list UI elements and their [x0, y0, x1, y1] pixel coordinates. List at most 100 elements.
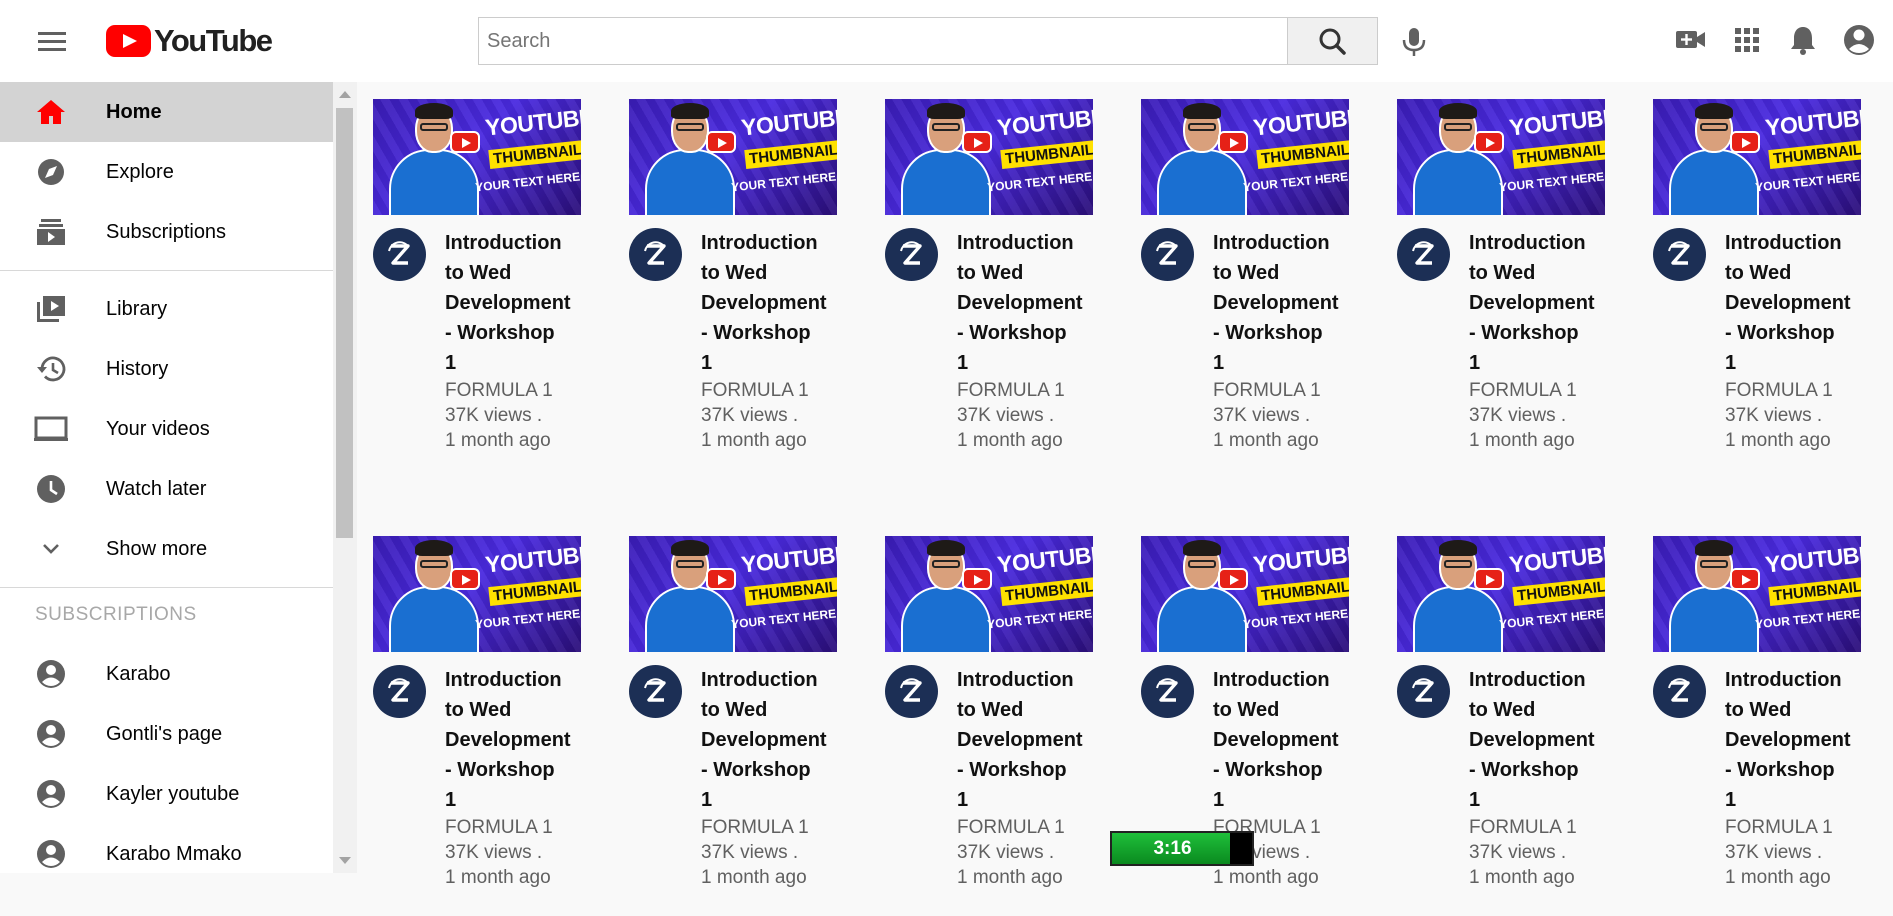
video-thumbnail[interactable]: YOUTUBE THUMBNAIL YOUR TEXT HERE: [885, 536, 1093, 652]
channel-avatar[interactable]: [373, 228, 426, 281]
video-card[interactable]: YOUTUBE THUMBNAIL YOUR TEXT HERE Introdu…: [629, 99, 837, 479]
youtube-logo[interactable]: YouTube: [106, 23, 273, 58]
thumbnail-glasses: [932, 123, 960, 131]
sidebar-item-library[interactable]: Library: [0, 279, 333, 339]
video-thumbnail[interactable]: YOUTUBE THUMBNAIL YOUR TEXT HERE: [1397, 536, 1605, 652]
channel-avatar[interactable]: [1653, 228, 1706, 281]
sidebar-item-label: Gontli's page: [106, 722, 223, 745]
channel-name[interactable]: FORMULA 1: [1469, 378, 1577, 403]
view-count: 37K views .: [445, 842, 543, 863]
video-title[interactable]: Introduction to Wed Development - Workshop 1: [445, 228, 575, 378]
video-thumbnail[interactable]: YOUTUBE THUMBNAIL YOUR TEXT HERE: [373, 99, 581, 215]
mic-button[interactable]: [1394, 20, 1434, 62]
video-title[interactable]: Introduction to Wed Development - Workshop 1: [701, 665, 831, 815]
search-input[interactable]: [478, 17, 1288, 65]
sidebar-item-explore[interactable]: Explore: [0, 142, 333, 202]
sidebar-item-subscription[interactable]: Gontli's page: [0, 704, 333, 764]
sidebar-scrollbar[interactable]: [333, 82, 357, 873]
video-card[interactable]: YOUTUBE THUMBNAIL YOUR TEXT HERE Introdu…: [1141, 99, 1349, 479]
channel-name[interactable]: FORMULA 1: [1725, 815, 1833, 840]
video-thumbnail[interactable]: YOUTUBE THUMBNAIL YOUR TEXT HERE: [1141, 99, 1349, 215]
video-thumbnail[interactable]: YOUTUBE THUMBNAIL YOUR TEXT HERE: [629, 99, 837, 215]
channel-name[interactable]: FORMULA 1: [957, 815, 1065, 840]
channel-avatar[interactable]: [885, 665, 938, 718]
account-icon[interactable]: [1839, 20, 1879, 60]
sidebar-item-subscription[interactable]: Karabo: [0, 644, 333, 704]
sidebar-item-label: Show more: [106, 537, 208, 560]
video-card[interactable]: YOUTUBE THUMBNAIL YOUR TEXT HERE Introdu…: [885, 99, 1093, 479]
video-card[interactable]: YOUTUBE THUMBNAIL YOUR TEXT HERE Introdu…: [1653, 99, 1861, 479]
channel-name[interactable]: FORMULA 1: [701, 815, 809, 840]
video-title[interactable]: Introduction to Wed Development - Workshop 1: [445, 665, 575, 815]
video-card[interactable]: YOUTUBE THUMBNAIL YOUR TEXT HERE Introdu…: [885, 536, 1093, 916]
video-thumbnail[interactable]: YOUTUBE THUMBNAIL YOUR TEXT HERE: [373, 536, 581, 652]
sidebar-item-label: Home: [106, 100, 162, 123]
video-title[interactable]: Introduction to Wed Development - Workshop 1: [701, 228, 831, 378]
channel-avatar[interactable]: [629, 228, 682, 281]
channel-avatar[interactable]: [629, 665, 682, 718]
sidebar-item-your-videos[interactable]: Your videos: [0, 399, 333, 459]
video-thumbnail[interactable]: YOUTUBE THUMBNAIL YOUR TEXT HERE: [885, 99, 1093, 215]
video-thumbnail[interactable]: YOUTUBE THUMBNAIL YOUR TEXT HERE: [1653, 536, 1861, 652]
youtube-play-icon: [450, 131, 480, 153]
channel-avatar[interactable]: [1141, 665, 1194, 718]
video-card[interactable]: YOUTUBE THUMBNAIL YOUR TEXT HERE Introdu…: [373, 536, 581, 916]
upload-age: 1 month ago: [1469, 867, 1575, 888]
channel-logo-icon: [388, 678, 410, 702]
sidebar-item-subscription[interactable]: Kayler youtube: [0, 764, 333, 824]
sidebar-item-subscriptions[interactable]: Subscriptions: [0, 202, 333, 262]
channel-avatar[interactable]: [1397, 665, 1450, 718]
video-title[interactable]: Introduction to Wed Development - Workshop 1: [957, 665, 1087, 815]
channel-avatar[interactable]: [373, 665, 426, 718]
channel-avatar[interactable]: [1397, 228, 1450, 281]
video-title[interactable]: Introduction to Wed Development - Workshop 1: [957, 228, 1087, 378]
channel-avatar[interactable]: [1141, 228, 1194, 281]
notifications-icon[interactable]: [1783, 20, 1823, 60]
channel-logo-icon: [644, 678, 666, 702]
video-card[interactable]: YOUTUBE THUMBNAIL YOUR TEXT HERE Introdu…: [1653, 536, 1861, 916]
sidebar-item-label: Your videos: [106, 417, 210, 440]
channel-name[interactable]: FORMULA 1: [957, 378, 1065, 403]
channel-name[interactable]: FORMULA 1: [1213, 378, 1321, 403]
video-thumbnail[interactable]: YOUTUBE THUMBNAIL YOUR TEXT HERE: [1141, 536, 1349, 652]
sidebar-item-label: Watch later: [106, 477, 207, 500]
apps-icon[interactable]: [1727, 20, 1767, 60]
video-card[interactable]: YOUTUBE THUMBNAIL YOUR TEXT HERE Introdu…: [1397, 99, 1605, 479]
video-thumbnail[interactable]: YOUTUBE THUMBNAIL YOUR TEXT HERE: [1397, 99, 1605, 215]
channel-name[interactable]: FORMULA 1: [1469, 815, 1577, 840]
sidebar-item-show-more[interactable]: Show more: [0, 519, 333, 579]
video-thumbnail[interactable]: YOUTUBE THUMBNAIL YOUR TEXT HERE: [629, 536, 837, 652]
channel-name[interactable]: FORMULA 1: [445, 815, 553, 840]
video-thumbnail[interactable]: YOUTUBE THUMBNAIL YOUR TEXT HERE: [1653, 99, 1861, 215]
scroll-up-arrow-icon[interactable]: [339, 91, 351, 98]
video-title[interactable]: Introduction to Wed Development - Workshop 1: [1725, 228, 1855, 378]
channel-avatar[interactable]: [1653, 665, 1706, 718]
menu-icon[interactable]: [30, 24, 74, 60]
video-title[interactable]: Introduction to Wed Development - Workshop 1: [1213, 228, 1343, 378]
video-card[interactable]: YOUTUBE THUMBNAIL YOUR TEXT HERE Introdu…: [629, 536, 837, 916]
channel-name[interactable]: FORMULA 1: [1725, 378, 1833, 403]
video-card[interactable]: YOUTUBE THUMBNAIL YOUR TEXT HERE Introdu…: [1397, 536, 1605, 916]
create-video-icon[interactable]: [1671, 20, 1711, 60]
scroll-thumb[interactable]: [336, 108, 353, 538]
sidebar-item-subscription[interactable]: Karabo Mmako: [0, 824, 333, 873]
video-title[interactable]: Introduction to Wed Development - Workshop 1: [1469, 665, 1599, 815]
video-title[interactable]: Introduction to Wed Development - Workshop 1: [1213, 665, 1343, 815]
channel-name[interactable]: FORMULA 1: [445, 378, 553, 403]
video-title[interactable]: Introduction to Wed Development - Workshop 1: [1469, 228, 1599, 378]
search-button[interactable]: [1287, 17, 1378, 65]
sidebar-item-history[interactable]: History: [0, 339, 333, 399]
video-title[interactable]: Introduction to Wed Development - Workshop 1: [1725, 665, 1855, 815]
video-title-line: Development: [701, 729, 827, 751]
channel-name[interactable]: FORMULA 1: [701, 378, 809, 403]
channel-avatar[interactable]: [885, 228, 938, 281]
sidebar-item-home[interactable]: Home: [0, 82, 333, 142]
scroll-down-arrow-icon[interactable]: [339, 857, 351, 864]
clock-icon: [37, 475, 65, 503]
view-count: 37K views .: [701, 405, 799, 426]
video-title-line: Introduction: [445, 232, 562, 254]
sidebar: Home Explore Subscriptions Library Histo…: [0, 82, 333, 873]
thumbnail-glasses: [932, 560, 960, 568]
sidebar-item-watch-later[interactable]: Watch later: [0, 459, 333, 519]
video-card[interactable]: YOUTUBE THUMBNAIL YOUR TEXT HERE Introdu…: [373, 99, 581, 479]
